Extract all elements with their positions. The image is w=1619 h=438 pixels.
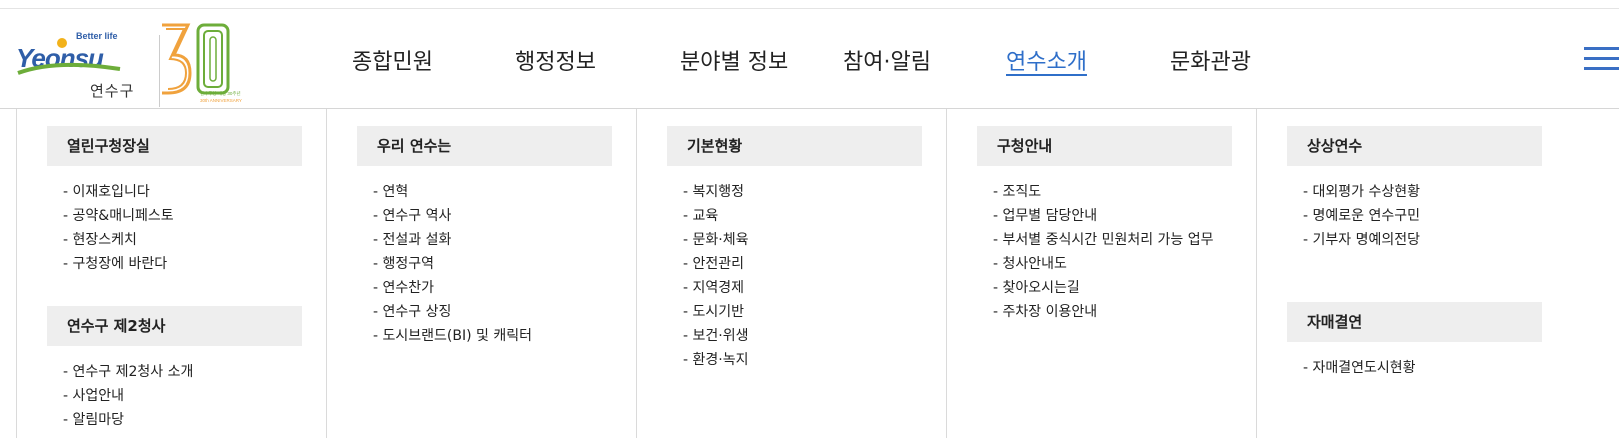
menu-link[interactable]: 찾아오시는길 <box>993 276 1232 300</box>
section-title-mayor-office[interactable]: 열린구청장실 <box>47 126 302 166</box>
menu-link[interactable]: 도시기반 <box>683 300 922 324</box>
menu-link[interactable]: 청사안내도 <box>993 252 1232 276</box>
menu-link[interactable]: 환경·녹지 <box>683 348 922 372</box>
menu-column-1: 열린구청장실 이재호입니다 공약&매니페스토 현장스케치 구청장에 바란다 연수… <box>47 126 302 432</box>
menu-column-3: 기본현황 복지행정 교육 문화·체육 안전관리 지역경제 도시기반 보건·위생 … <box>667 126 922 372</box>
section-title-second-office[interactable]: 연수구 제2청사 <box>47 306 302 346</box>
nav-item-civil-service[interactable]: 종합민원 <box>352 44 433 76</box>
hamburger-menu-icon[interactable] <box>1584 47 1619 71</box>
section-links: 자매결연도시현황 <box>1287 342 1542 380</box>
site-header: Better life Yeonsu 연수구청 개청 30주년 30th ANN… <box>0 9 1619 109</box>
section-links: 이재호입니다 공약&매니페스토 현장스케치 구청장에 바란다 <box>47 166 302 276</box>
nav-item-field-info[interactable]: 분야별 정보 <box>680 44 788 76</box>
column-divider <box>946 109 947 438</box>
menu-link[interactable]: 이재호입니다 <box>63 180 302 204</box>
column-divider <box>1256 109 1257 438</box>
nav-item-participation[interactable]: 참여·알림 <box>843 44 931 76</box>
menu-link[interactable]: 보건·위생 <box>683 324 922 348</box>
column-divider <box>326 109 327 438</box>
menu-link[interactable]: 도시브랜드(BI) 및 캐릭터 <box>373 324 612 348</box>
menu-link[interactable]: 알림마당 <box>63 408 302 432</box>
menu-link[interactable]: 복지행정 <box>683 180 922 204</box>
menu-link[interactable]: 공약&매니페스토 <box>63 204 302 228</box>
section-links: 대외평가 수상현황 명예로운 연수구민 기부자 명예의전당 <box>1287 166 1542 252</box>
menu-link[interactable]: 문화·체육 <box>683 228 922 252</box>
section-links: 연혁 연수구 역사 전설과 설화 행정구역 연수찬가 연수구 상징 도시브랜드(… <box>357 166 612 348</box>
menu-link[interactable]: 연수구 역사 <box>373 204 612 228</box>
menu-link[interactable]: 명예로운 연수구민 <box>1303 204 1542 228</box>
menu-link[interactable]: 연수구 제2청사 소개 <box>63 360 302 384</box>
nav-item-admin-info[interactable]: 행정정보 <box>515 44 596 76</box>
menu-link[interactable]: 자매결연도시현황 <box>1303 356 1542 380</box>
menu-link[interactable]: 전설과 설화 <box>373 228 612 252</box>
menu-link[interactable]: 연수찬가 <box>373 276 612 300</box>
section-title-office-guide[interactable]: 구청안내 <box>977 126 1232 166</box>
menu-link[interactable]: 행정구역 <box>373 252 612 276</box>
section-title-our-yeonsu[interactable]: 우리 연수는 <box>357 126 612 166</box>
main-nav: 종합민원 행정정보 분야별 정보 참여·알림 연수소개 문화관광 <box>0 9 1619 108</box>
menu-link[interactable]: 연수구 상징 <box>373 300 612 324</box>
menu-link[interactable]: 사업안내 <box>63 384 302 408</box>
menu-link[interactable]: 기부자 명예의전당 <box>1303 228 1542 252</box>
menu-column-4: 구청안내 조직도 업무별 담당안내 부서별 중식시간 민원처리 가능 업무 청사… <box>977 126 1232 324</box>
mega-menu: 열린구청장실 이재호입니다 공약&매니페스토 현장스케치 구청장에 바란다 연수… <box>0 109 1619 438</box>
nav-item-about-yeonsu[interactable]: 연수소개 <box>1006 44 1087 76</box>
nav-item-culture-tourism[interactable]: 문화관광 <box>1170 44 1251 76</box>
menu-column-2: 우리 연수는 연혁 연수구 역사 전설과 설화 행정구역 연수찬가 연수구 상징… <box>357 126 612 348</box>
menu-link[interactable]: 조직도 <box>993 180 1232 204</box>
menu-link[interactable]: 부서별 중식시간 민원처리 가능 업무 <box>993 228 1232 252</box>
section-links: 조직도 업무별 담당안내 부서별 중식시간 민원처리 가능 업무 청사안내도 찾… <box>977 166 1232 324</box>
menu-link[interactable]: 연혁 <box>373 180 612 204</box>
section-title-sister-cities[interactable]: 자매결연 <box>1287 302 1542 342</box>
menu-link[interactable]: 주차장 이용안내 <box>993 300 1232 324</box>
section-title-imagine-yeonsu[interactable]: 상상연수 <box>1287 126 1542 166</box>
menu-link[interactable]: 현장스케치 <box>63 228 302 252</box>
menu-link[interactable]: 구청장에 바란다 <box>63 252 302 276</box>
section-links: 복지행정 교육 문화·체육 안전관리 지역경제 도시기반 보건·위생 환경·녹지 <box>667 166 922 372</box>
menu-link[interactable]: 지역경제 <box>683 276 922 300</box>
menu-link[interactable]: 대외평가 수상현황 <box>1303 180 1542 204</box>
menu-link[interactable]: 안전관리 <box>683 252 922 276</box>
column-divider <box>636 109 637 438</box>
section-title-basic-status[interactable]: 기본현황 <box>667 126 922 166</box>
menu-link[interactable]: 업무별 담당안내 <box>993 204 1232 228</box>
menu-column-5: 상상연수 대외평가 수상현황 명예로운 연수구민 기부자 명예의전당 자매결연 … <box>1287 126 1542 380</box>
section-links: 연수구 제2청사 소개 사업안내 알림마당 <box>47 346 302 432</box>
menu-link[interactable]: 교육 <box>683 204 922 228</box>
column-divider <box>16 109 17 438</box>
